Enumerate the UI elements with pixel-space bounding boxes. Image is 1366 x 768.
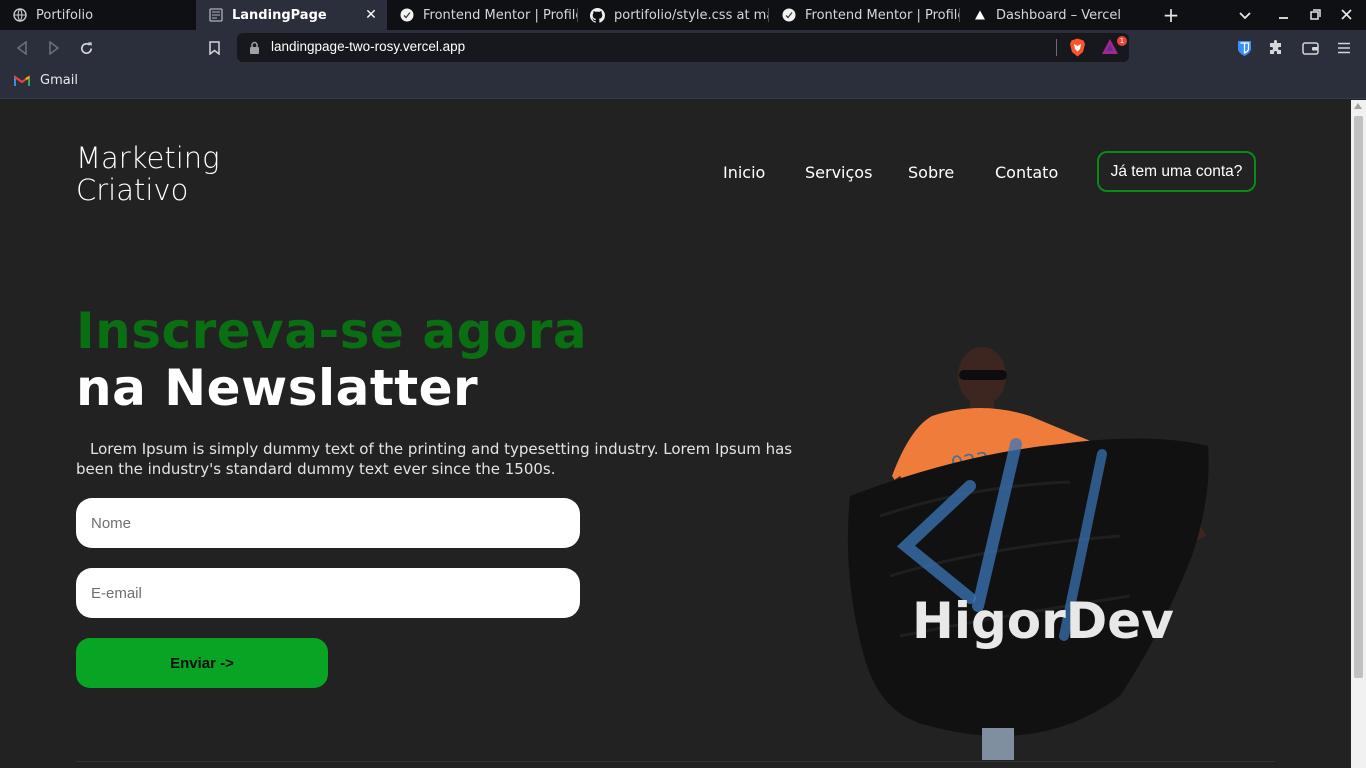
headline-white: na Newslatter bbox=[76, 359, 479, 417]
url-text: landingpage-two-rosy.vercel.app bbox=[271, 39, 466, 54]
frontend-mentor-icon bbox=[399, 8, 414, 23]
nav-link-servicos[interactable]: Serviços bbox=[805, 163, 872, 182]
browser-toolbar: landingpage-two-rosy.vercel.app 1 bbox=[0, 30, 1366, 66]
banner-text: HigorDev bbox=[912, 592, 1174, 650]
tab-title: portifolio/style.css at main bbox=[614, 7, 768, 23]
tab-title: Portifolio bbox=[36, 7, 94, 23]
hero-illustration: 023 HigorDev bbox=[847, 347, 1209, 760]
lock-icon bbox=[249, 40, 260, 59]
back-icon[interactable] bbox=[12, 38, 32, 58]
gmail-icon bbox=[14, 74, 30, 87]
vercel-icon bbox=[972, 8, 987, 23]
restore-icon[interactable] bbox=[1305, 5, 1325, 25]
scrollbar-thumb[interactable] bbox=[1354, 116, 1363, 678]
minimize-icon[interactable] bbox=[1273, 5, 1293, 25]
nav-link-inicio[interactable]: Inicio bbox=[723, 163, 765, 182]
section-divider bbox=[76, 761, 1275, 762]
logo-line-2: Criativo bbox=[76, 173, 189, 207]
tab-frontend-mentor[interactable]: Frontend Mentor | Profile bbox=[387, 0, 577, 30]
bookmark-gmail[interactable]: Gmail bbox=[14, 73, 78, 88]
close-window-icon[interactable] bbox=[1336, 5, 1356, 25]
hero-image: 023 HigorDev bbox=[820, 336, 1220, 760]
github-icon bbox=[590, 7, 605, 23]
bitwarden-icon[interactable] bbox=[1234, 38, 1254, 58]
wallet-icon[interactable] bbox=[1300, 38, 1320, 58]
address-bar[interactable]: landingpage-two-rosy.vercel.app 1 bbox=[237, 33, 1129, 62]
url-divider bbox=[1056, 39, 1057, 56]
tab-title: Frontend Mentor | Profile bbox=[805, 7, 959, 23]
site-logo[interactable]: Marketing Criativo bbox=[76, 142, 220, 206]
page-icon bbox=[208, 8, 223, 23]
bookmark-icon[interactable] bbox=[204, 38, 224, 58]
headline-green: Inscreva-se agora bbox=[76, 302, 588, 360]
tab-vercel[interactable]: Dashboard – Vercel bbox=[960, 0, 1150, 30]
nav-link-contato[interactable]: Contato bbox=[995, 163, 1058, 182]
new-tab-icon[interactable]: + bbox=[1161, 5, 1181, 25]
menu-icon[interactable] bbox=[1334, 38, 1354, 58]
login-button[interactable]: Já tem uma conta? bbox=[1097, 151, 1256, 192]
tab-search-icon[interactable] bbox=[1235, 5, 1255, 25]
rewards-badge: 1 bbox=[1117, 36, 1127, 46]
name-input[interactable] bbox=[76, 498, 580, 548]
tab-landingpage[interactable]: LandingPage ✕ bbox=[196, 0, 387, 30]
bookmark-label: Gmail bbox=[40, 73, 78, 88]
frontend-mentor-icon bbox=[781, 8, 796, 23]
landing-page: Marketing Criativo Inicio Serviços Sobre… bbox=[0, 100, 1351, 768]
nav-link-sobre[interactable]: Sobre bbox=[908, 163, 954, 182]
bookmarks-bar: Gmail bbox=[0, 66, 1366, 99]
forward-icon[interactable] bbox=[44, 38, 64, 58]
tab-title: Frontend Mentor | Profile bbox=[423, 7, 577, 23]
tab-title: LandingPage bbox=[232, 7, 327, 23]
scroll-up-arrow[interactable] bbox=[1354, 103, 1362, 109]
globe-icon bbox=[12, 8, 27, 23]
reload-icon[interactable] bbox=[76, 38, 96, 58]
tab-title: Dashboard – Vercel bbox=[996, 7, 1121, 23]
email-input[interactable] bbox=[76, 568, 580, 618]
tab-frontend-mentor-2[interactable]: Frontend Mentor | Profile bbox=[769, 0, 959, 30]
tab-github[interactable]: portifolio/style.css at main bbox=[578, 0, 768, 30]
page-scrollbar[interactable] bbox=[1351, 100, 1366, 768]
tab-strip: Portifolio LandingPage ✕ Frontend Mentor… bbox=[0, 0, 1366, 30]
lead-paragraph: Lorem Ipsum is simply dummy text of the … bbox=[76, 440, 793, 478]
submit-button[interactable]: Enviar -> bbox=[76, 638, 328, 688]
logo-line-1: Marketing bbox=[76, 141, 220, 175]
brave-shields-icon[interactable] bbox=[1069, 38, 1086, 61]
close-tab-icon[interactable]: ✕ bbox=[363, 7, 379, 23]
extensions-icon[interactable] bbox=[1266, 38, 1286, 58]
tab-portifolio[interactable]: Portifolio bbox=[0, 0, 196, 30]
